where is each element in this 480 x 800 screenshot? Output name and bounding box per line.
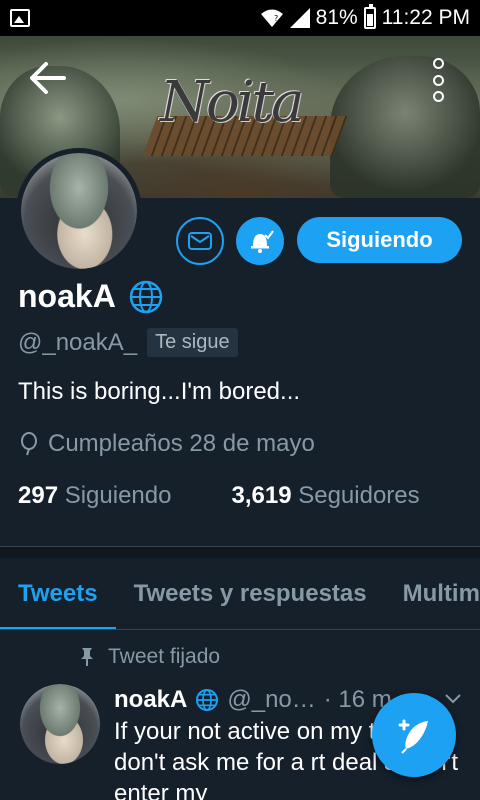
avatar-image bbox=[21, 153, 137, 269]
more-dot bbox=[432, 91, 444, 102]
profile-birthday: Cumpleaños 28 de mayo bbox=[18, 430, 315, 458]
signal-icon bbox=[289, 8, 310, 28]
battery-icon bbox=[363, 4, 376, 29]
profile-handle-row: @_noakA_ Te sigue bbox=[18, 328, 238, 357]
balloon-icon bbox=[21, 432, 37, 456]
tab-tweets[interactable]: Tweets bbox=[0, 558, 116, 629]
globe-icon bbox=[129, 280, 163, 313]
followers-stat[interactable]: 3,619 Seguidores bbox=[231, 482, 419, 510]
more-dot bbox=[432, 74, 444, 86]
pinned-text: Tweet fijado bbox=[108, 645, 221, 668]
following-count: 297 bbox=[18, 482, 59, 509]
globe-icon bbox=[196, 689, 219, 711]
profile-name-row: noakA bbox=[18, 278, 164, 315]
svg-text:?: ? bbox=[274, 14, 278, 23]
envelope-icon bbox=[188, 232, 212, 250]
profile-tabs: Tweets Tweets y respuestas Multimedia bbox=[0, 558, 480, 630]
tab-media[interactable]: Multimedia bbox=[385, 558, 480, 629]
pinned-tweet-label: Tweet fijado bbox=[80, 645, 220, 669]
following-label: Siguiendo bbox=[64, 482, 172, 509]
gallery-notification-icon bbox=[10, 9, 30, 27]
pin-icon bbox=[81, 648, 93, 666]
arrow-left-icon[interactable] bbox=[28, 60, 68, 96]
tab-tweets-replies[interactable]: Tweets y respuestas bbox=[116, 558, 385, 629]
chevron-down-icon[interactable] bbox=[444, 690, 462, 708]
compose-tweet-button[interactable] bbox=[372, 693, 456, 777]
status-bar: ? 81% 11:22 PM bbox=[0, 0, 480, 36]
birthday-text: Cumpleaños 28 de mayo bbox=[48, 430, 315, 457]
status-bar-right: ? 81% 11:22 PM bbox=[260, 4, 470, 30]
followers-label: Seguidores bbox=[298, 482, 420, 509]
section-divider bbox=[0, 546, 480, 558]
more-dot bbox=[432, 58, 444, 69]
clock: 11:22 PM bbox=[381, 6, 470, 29]
wifi-icon: ? bbox=[260, 9, 283, 27]
profile-stats: 297 Siguiendo 3,619 Seguidores bbox=[18, 482, 420, 510]
followers-count: 3,619 bbox=[231, 482, 292, 509]
avatar-image bbox=[20, 684, 100, 764]
banner-logo: Noita bbox=[160, 70, 305, 135]
direct-message-button[interactable] bbox=[176, 217, 224, 265]
banner-rock-right bbox=[330, 56, 480, 198]
following-stat[interactable]: 297 Siguiendo bbox=[18, 482, 171, 510]
profile-name: noakA bbox=[18, 278, 116, 314]
profile-avatar[interactable] bbox=[16, 148, 142, 274]
tweet-avatar[interactable] bbox=[20, 684, 100, 764]
more-vertical-icon[interactable] bbox=[428, 58, 448, 102]
battery-percent: 81% bbox=[315, 6, 358, 29]
tweet-header: noakA @_no… · 16 m bbox=[114, 686, 392, 714]
feather-icon bbox=[398, 719, 428, 754]
follows-you-badge: Te sigue bbox=[147, 328, 238, 357]
profile-handle: @_noakA_ bbox=[18, 328, 138, 356]
notifications-button[interactable] bbox=[236, 217, 284, 265]
profile-bio: This is boring...I'm bored... bbox=[18, 378, 301, 405]
bell-check-icon bbox=[251, 230, 274, 253]
following-button[interactable]: Siguiendo bbox=[297, 217, 462, 263]
tweet-author-handle: @_no… bbox=[227, 686, 316, 713]
tweet-author-name: noakA bbox=[114, 686, 188, 713]
